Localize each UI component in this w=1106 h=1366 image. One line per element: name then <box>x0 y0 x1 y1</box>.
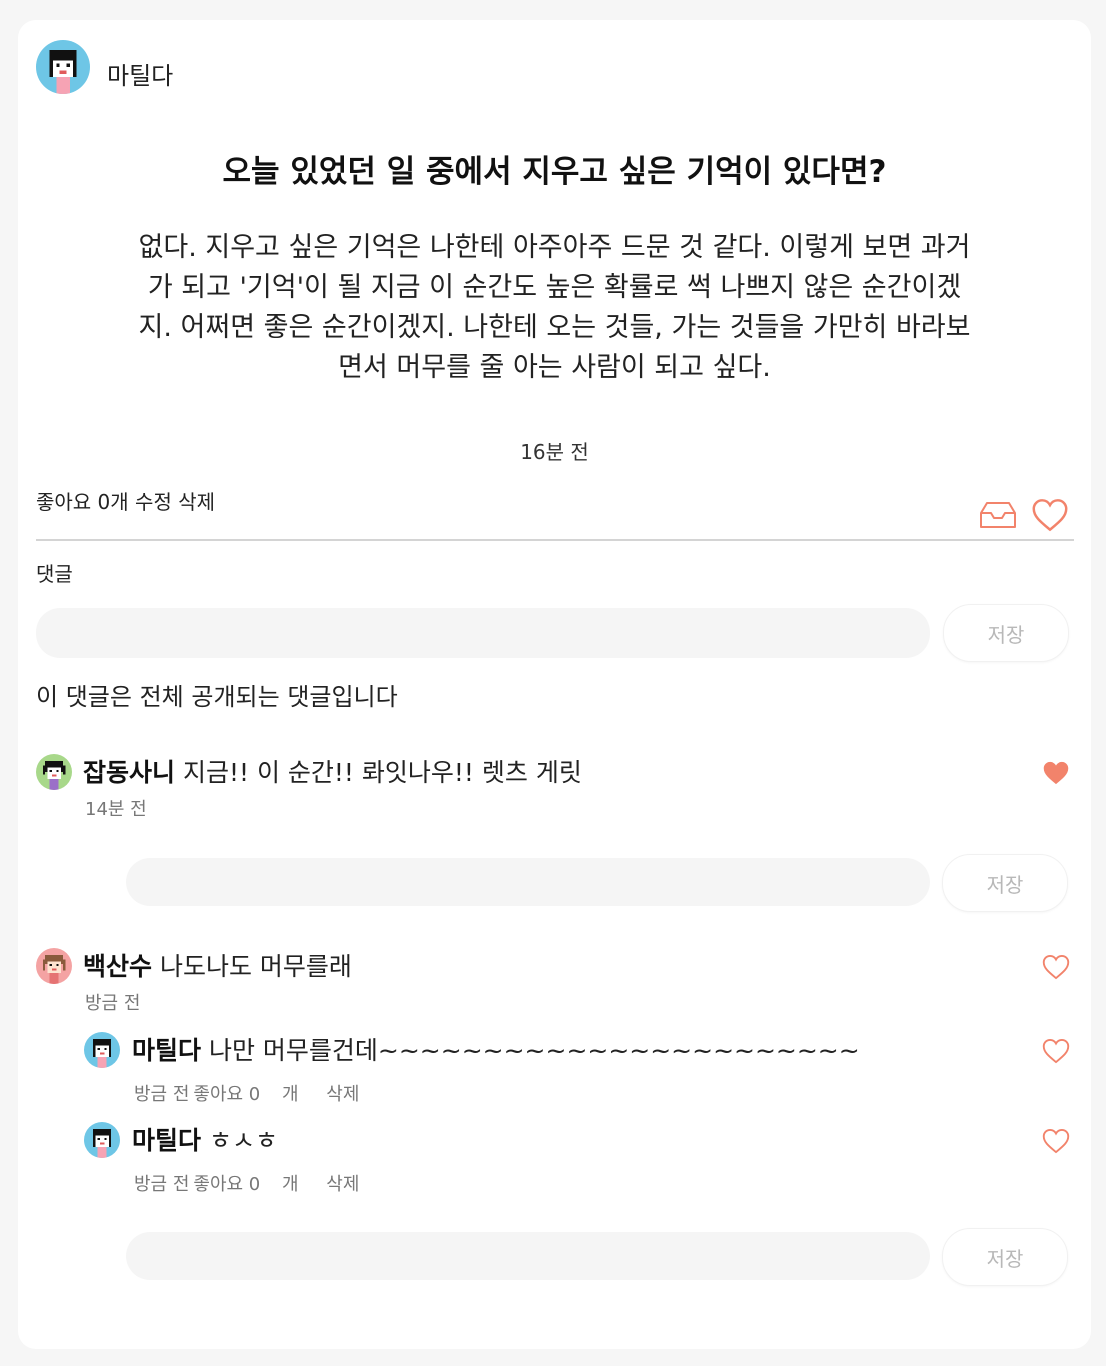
author-avatar[interactable] <box>36 40 90 94</box>
reply-time: 방금 전 <box>134 1174 190 1195</box>
reply-input[interactable] <box>126 1232 930 1280</box>
reply-likes: 좋아요 0 <box>193 1174 261 1195</box>
reply-body: 마틸다 ㅎㅅㅎ <box>132 1121 278 1157</box>
comment-time: 방금 전 <box>85 993 141 1014</box>
reply-input[interactable] <box>126 858 930 906</box>
reply-meta: 방금 전 좋아요 0 개 삭제 <box>134 1080 363 1106</box>
comment-body: 백산수 나도나도 머무를래 <box>83 947 352 983</box>
reply-text: 나만 머무를건데~~~~~~~~~~~~~~~~~~~~~~~ <box>208 1036 860 1065</box>
reply-avatar[interactable] <box>84 1122 120 1158</box>
answer-line: 면서 머무를 줄 아는 사람이 되고 싶다. <box>338 352 771 383</box>
commenter-name[interactable]: 잡동사니 <box>83 758 175 787</box>
comment-input[interactable] <box>36 608 930 658</box>
comment-time: 14분 전 <box>85 799 147 820</box>
commenter-avatar[interactable] <box>36 754 72 790</box>
heart-icon[interactable] <box>1042 1128 1070 1154</box>
answer-line: 없다. 지우고 싶은 기억은 나한테 아주아주 드문 것 같다. 이렇게 보면 … <box>138 232 971 263</box>
delete-button[interactable]: 삭제 <box>178 490 215 514</box>
reply-text: ㅎㅅㅎ <box>208 1126 278 1155</box>
reply-count-unit: 개 <box>282 1174 299 1195</box>
heart-icon[interactable] <box>1031 498 1069 532</box>
answer-text: 없다. 지우고 싶은 기억은 나한테 아주아주 드문 것 같다. 이렇게 보면 … <box>98 228 1011 388</box>
comment-text: 지금!! 이 순간!! 롸잇나우!! 렛츠 게릿 <box>182 758 582 787</box>
author-name[interactable]: 마틸다 <box>107 56 173 91</box>
save-button[interactable]: 저장 <box>943 604 1069 662</box>
comment-body: 잡동사니 지금!! 이 순간!! 롸잇나우!! 렛츠 게릿 <box>83 753 582 789</box>
reply-author-name[interactable]: 마틸다 <box>132 1126 201 1155</box>
divider <box>36 539 1074 541</box>
comments-label: 댓글 <box>36 562 73 586</box>
reply-author-name[interactable]: 마틸다 <box>132 1036 201 1065</box>
heart-icon[interactable] <box>1042 1038 1070 1064</box>
reply-likes: 좋아요 0 <box>193 1084 261 1105</box>
question-title: 오늘 있었던 일 중에서 지우고 싶은 기억이 있다면? <box>222 154 887 190</box>
reply-count-unit: 개 <box>282 1084 299 1105</box>
answer-line: 가 되고 '기억'이 될 지금 이 순간도 높은 확률로 썩 나쁘지 않은 순간… <box>147 272 962 303</box>
reply-delete-button[interactable]: 삭제 <box>326 1084 359 1105</box>
comment-text: 나도나도 머무를래 <box>159 952 352 981</box>
answer-line: 지. 어쩌면 좋은 순간이겠지. 나한테 오는 것들, 가는 것들을 가만히 바… <box>138 312 971 343</box>
public-note: 이 댓글은 전체 공개되는 댓글입니다 <box>36 683 398 711</box>
commenter-avatar[interactable] <box>36 948 72 984</box>
post-actions: 좋아요 0개 수정 삭제 <box>36 486 215 515</box>
edit-button[interactable]: 수정 <box>135 490 172 514</box>
reply-time: 방금 전 <box>134 1084 190 1105</box>
likes-count: 좋아요 0개 <box>36 490 129 514</box>
inbox-icon[interactable] <box>978 500 1018 530</box>
post-card: 마틸다 오늘 있었던 일 중에서 지우고 싶은 기억이 있다면? 없다. 지우고… <box>18 20 1091 1349</box>
commenter-name[interactable]: 백산수 <box>83 952 152 981</box>
heart-filled-icon[interactable] <box>1042 760 1070 786</box>
reply-body: 마틸다 나만 머무를건데~~~~~~~~~~~~~~~~~~~~~~~ <box>132 1031 860 1067</box>
reply-meta: 방금 전 좋아요 0 개 삭제 <box>134 1170 363 1196</box>
reply-save-button[interactable]: 저장 <box>942 1228 1068 1286</box>
heart-icon[interactable] <box>1042 954 1070 980</box>
post-time: 16분 전 <box>520 440 589 464</box>
reply-save-button[interactable]: 저장 <box>942 854 1068 912</box>
reply-delete-button[interactable]: 삭제 <box>326 1174 359 1195</box>
reply-avatar[interactable] <box>84 1032 120 1068</box>
